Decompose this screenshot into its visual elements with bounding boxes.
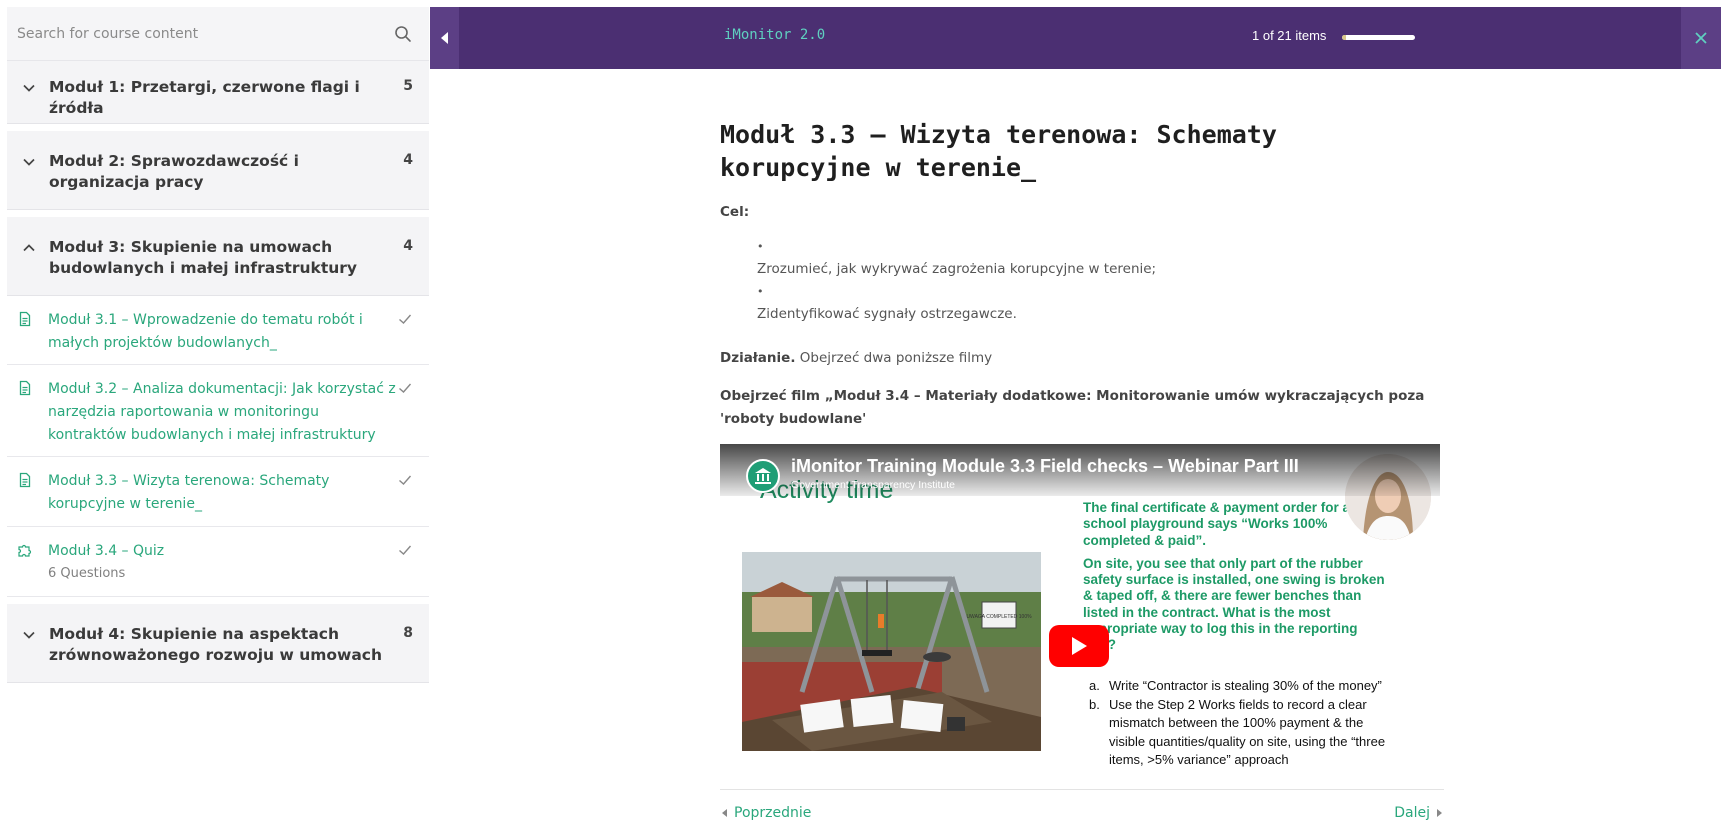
progress-bar-fill [1342,35,1346,40]
lesson-title: Moduł 3.4 – Quiz [48,543,165,559]
check-icon [399,383,412,393]
play-icon [1072,637,1087,655]
search-bar [7,7,429,61]
search-icon[interactable] [393,24,413,44]
lesson-title: Moduł 3.2 – Analiza dokumentacji: Jak ko… [48,381,396,443]
sign-text: UWAGA COMPLETED 100% [966,614,1032,620]
list-item: • Zidentyfikować sygnały ostrzegawcze. [757,281,1442,326]
chevron-down-icon [23,631,35,639]
goal-text: Zidentyfikować sygnały ostrzegawcze. [757,306,1017,322]
module-2-count: 4 [403,152,413,168]
top-bar: iMonitor 2.0 1 of 21 items [430,7,1721,69]
check-icon [399,314,412,324]
previous-button[interactable]: Poprzednie [722,805,811,821]
lesson-title: Moduł 3.1 – Wprowadzenie do tematu robót… [48,312,363,351]
lesson-subtitle: 6 Questions [48,566,126,581]
action-label: Działanie. [720,350,796,366]
module-4-count: 8 [403,625,413,641]
action-paragraph: Działanie. Obejrzeć dwa poniższe filmy [720,350,1442,366]
slide-question: The final certificate & payment order fo… [1083,500,1388,654]
video-header: iMonitor Training Module 3.3 Field check… [720,444,1440,496]
lesson-3-1[interactable]: Moduł 3.1 – Wprowadzenie do tematu robót… [7,296,429,365]
answer-letter: a. [1089,678,1100,693]
progress-text: 1 of 21 items [1252,28,1327,43]
close-button[interactable] [1681,7,1721,69]
goal-text: Zrozumieć, jak wykrywać zagrożenia korup… [757,261,1157,277]
lesson-text: Moduł 3.4 – Quiz 6 Questions [48,540,397,585]
lesson-3-2[interactable]: Moduł 3.2 – Analiza dokumentacji: Jak ko… [7,365,429,457]
next-button[interactable]: Dalej [1394,805,1442,821]
document-icon [19,472,31,488]
bullet: • [757,240,764,253]
slide-answers: a. Write “Contractor is stealing 30% of … [1089,677,1389,770]
list-item: b. Use the Step 2 Works fields to record… [1089,696,1389,770]
divider [720,789,1444,790]
goal-list: • Zrozumieć, jak wykrywać zagrożenia kor… [757,236,1442,326]
chevron-up-icon [23,244,35,252]
action-text: Obejrzeć dwa poniższe filmy [795,350,993,366]
slide-paragraph: The final certificate & payment order fo… [1083,500,1351,548]
module-1-count: 5 [403,78,413,94]
chevron-down-icon [23,158,35,166]
course-sidebar: Moduł 1: Przetargi, czerwone flagi i źró… [7,7,429,827]
lesson-3-4-quiz[interactable]: Moduł 3.4 – Quiz 6 Questions [7,527,429,597]
module-4-header[interactable]: Moduł 4: Skupienie na aspektach zrównowa… [7,604,429,683]
check-icon [399,545,412,555]
app-title: iMonitor 2.0 [724,27,826,43]
close-icon [1695,32,1707,44]
divider [7,124,429,131]
caret-left-icon [722,809,727,817]
video-channel[interactable]: Government Transparency Institute [791,479,955,491]
puzzle-icon [18,544,32,557]
module-2-title: Moduł 2: Sprawozdawczość i organizacja p… [49,152,299,191]
progress-bar [1342,35,1415,40]
divider [7,210,429,217]
slide-paragraph: On site, you see that only part of the r… [1083,555,1385,652]
answer-letter: b. [1089,696,1100,712]
video-player[interactable]: Activity time UWAGA COMPLETED 100% [720,444,1440,789]
answer-text: Use the Step 2 Works fields to record a … [1109,696,1386,768]
collapse-sidebar-button[interactable] [430,7,459,69]
search-input[interactable] [17,25,393,42]
lesson-content: Moduł 3.3 – Wizyta terenowa: Schematy ko… [720,118,1442,431]
module-1-header[interactable]: Moduł 1: Przetargi, czerwone flagi i źró… [7,61,429,124]
channel-logo[interactable] [746,459,780,493]
play-button[interactable] [1049,625,1109,667]
next-label: Dalej [1394,805,1430,821]
answer-text: Write “Contractor is stealing 30% of the… [1109,678,1382,693]
page-title: Moduł 3.3 – Wizyta terenowa: Schematy ko… [720,120,1277,182]
video-title[interactable]: iMonitor Training Module 3.3 Field check… [791,456,1299,477]
lesson-3-3[interactable]: Moduł 3.3 – Wizyta terenowa: Schematy ko… [7,457,429,527]
goal-label: Cel: [720,204,750,220]
module-1-title: Moduł 1: Przetargi, czerwone flagi i źró… [49,78,360,117]
module-3-count: 4 [403,238,413,254]
list-item: • Zrozumieć, jak wykrywać zagrożenia kor… [757,236,1442,281]
module-4-title: Moduł 4: Skupienie na aspektach zrównowa… [49,625,383,664]
module-2-header[interactable]: Moduł 2: Sprawozdawczość i organizacja p… [7,131,429,210]
institution-icon [755,468,771,484]
chevron-down-icon [23,84,35,92]
list-item: a. Write “Contractor is stealing 30% of … [1089,677,1389,696]
module-3-title: Moduł 3: Skupienie na umowach budowlanyc… [49,238,358,277]
film-instruction: Obejrzeć film „Moduł 3.4 – Materiały dod… [720,388,1425,427]
playground-photo: UWAGA COMPLETED 100% [742,552,1041,751]
document-icon [19,380,31,396]
lesson-title: Moduł 3.3 – Wizyta terenowa: Schematy ko… [48,473,330,512]
caret-left-icon [440,32,448,44]
caret-right-icon [1437,809,1442,817]
divider [7,597,429,604]
document-icon [19,311,31,327]
bullet: • [757,285,764,298]
check-icon [399,475,412,485]
previous-label: Poprzednie [734,805,812,821]
module-3-header[interactable]: Moduł 3: Skupienie na umowach budowlanyc… [7,217,429,296]
